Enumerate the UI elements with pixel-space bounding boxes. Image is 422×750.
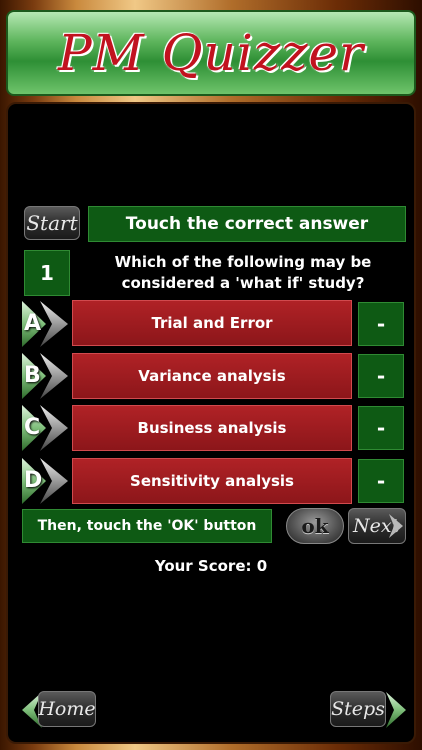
- answer-b-selector[interactable]: B: [22, 353, 68, 399]
- score-label: Your Score: 0: [154, 557, 268, 575]
- answer-letter: C: [24, 415, 41, 440]
- home-label: Home: [38, 691, 96, 727]
- ok-button[interactable]: ok: [286, 508, 344, 544]
- steps-label: Steps: [330, 691, 386, 727]
- answer-letter: A: [24, 311, 42, 336]
- question-number: 1: [24, 250, 70, 296]
- answer-result: -: [358, 354, 404, 398]
- answer-d-selector[interactable]: D: [22, 458, 68, 504]
- answer-button[interactable]: Sensitivity analysis: [72, 458, 352, 504]
- next-button[interactable]: Next: [348, 508, 406, 544]
- app-banner: PM Quizzer: [6, 10, 416, 96]
- chevron-right-icon: [389, 514, 403, 538]
- answer-button[interactable]: Variance analysis: [72, 353, 352, 399]
- answer-result: -: [358, 459, 404, 503]
- start-button[interactable]: Start: [24, 206, 80, 240]
- home-button[interactable]: Home: [22, 691, 98, 729]
- quiz-panel: Start Touch the correct answer 1 Which o…: [6, 102, 416, 744]
- answer-letter: D: [24, 468, 43, 493]
- question-text: Which of the following may be considered…: [114, 253, 372, 292]
- answer-button[interactable]: Business analysis: [72, 405, 352, 451]
- instruction-bar: Touch the correct answer: [88, 206, 406, 242]
- chevron-right-icon: [386, 692, 406, 728]
- answer-a-selector[interactable]: A: [22, 301, 68, 347]
- answer-letter: B: [24, 363, 41, 388]
- ok-instruction: Then, touch the 'OK' button: [22, 509, 272, 543]
- answer-result: -: [358, 302, 404, 346]
- answer-result: -: [358, 406, 404, 450]
- app-title: PM Quizzer: [57, 24, 365, 82]
- steps-button[interactable]: Steps: [330, 691, 408, 729]
- answer-button[interactable]: Trial and Error: [72, 300, 352, 346]
- answer-c-selector[interactable]: C: [22, 405, 68, 451]
